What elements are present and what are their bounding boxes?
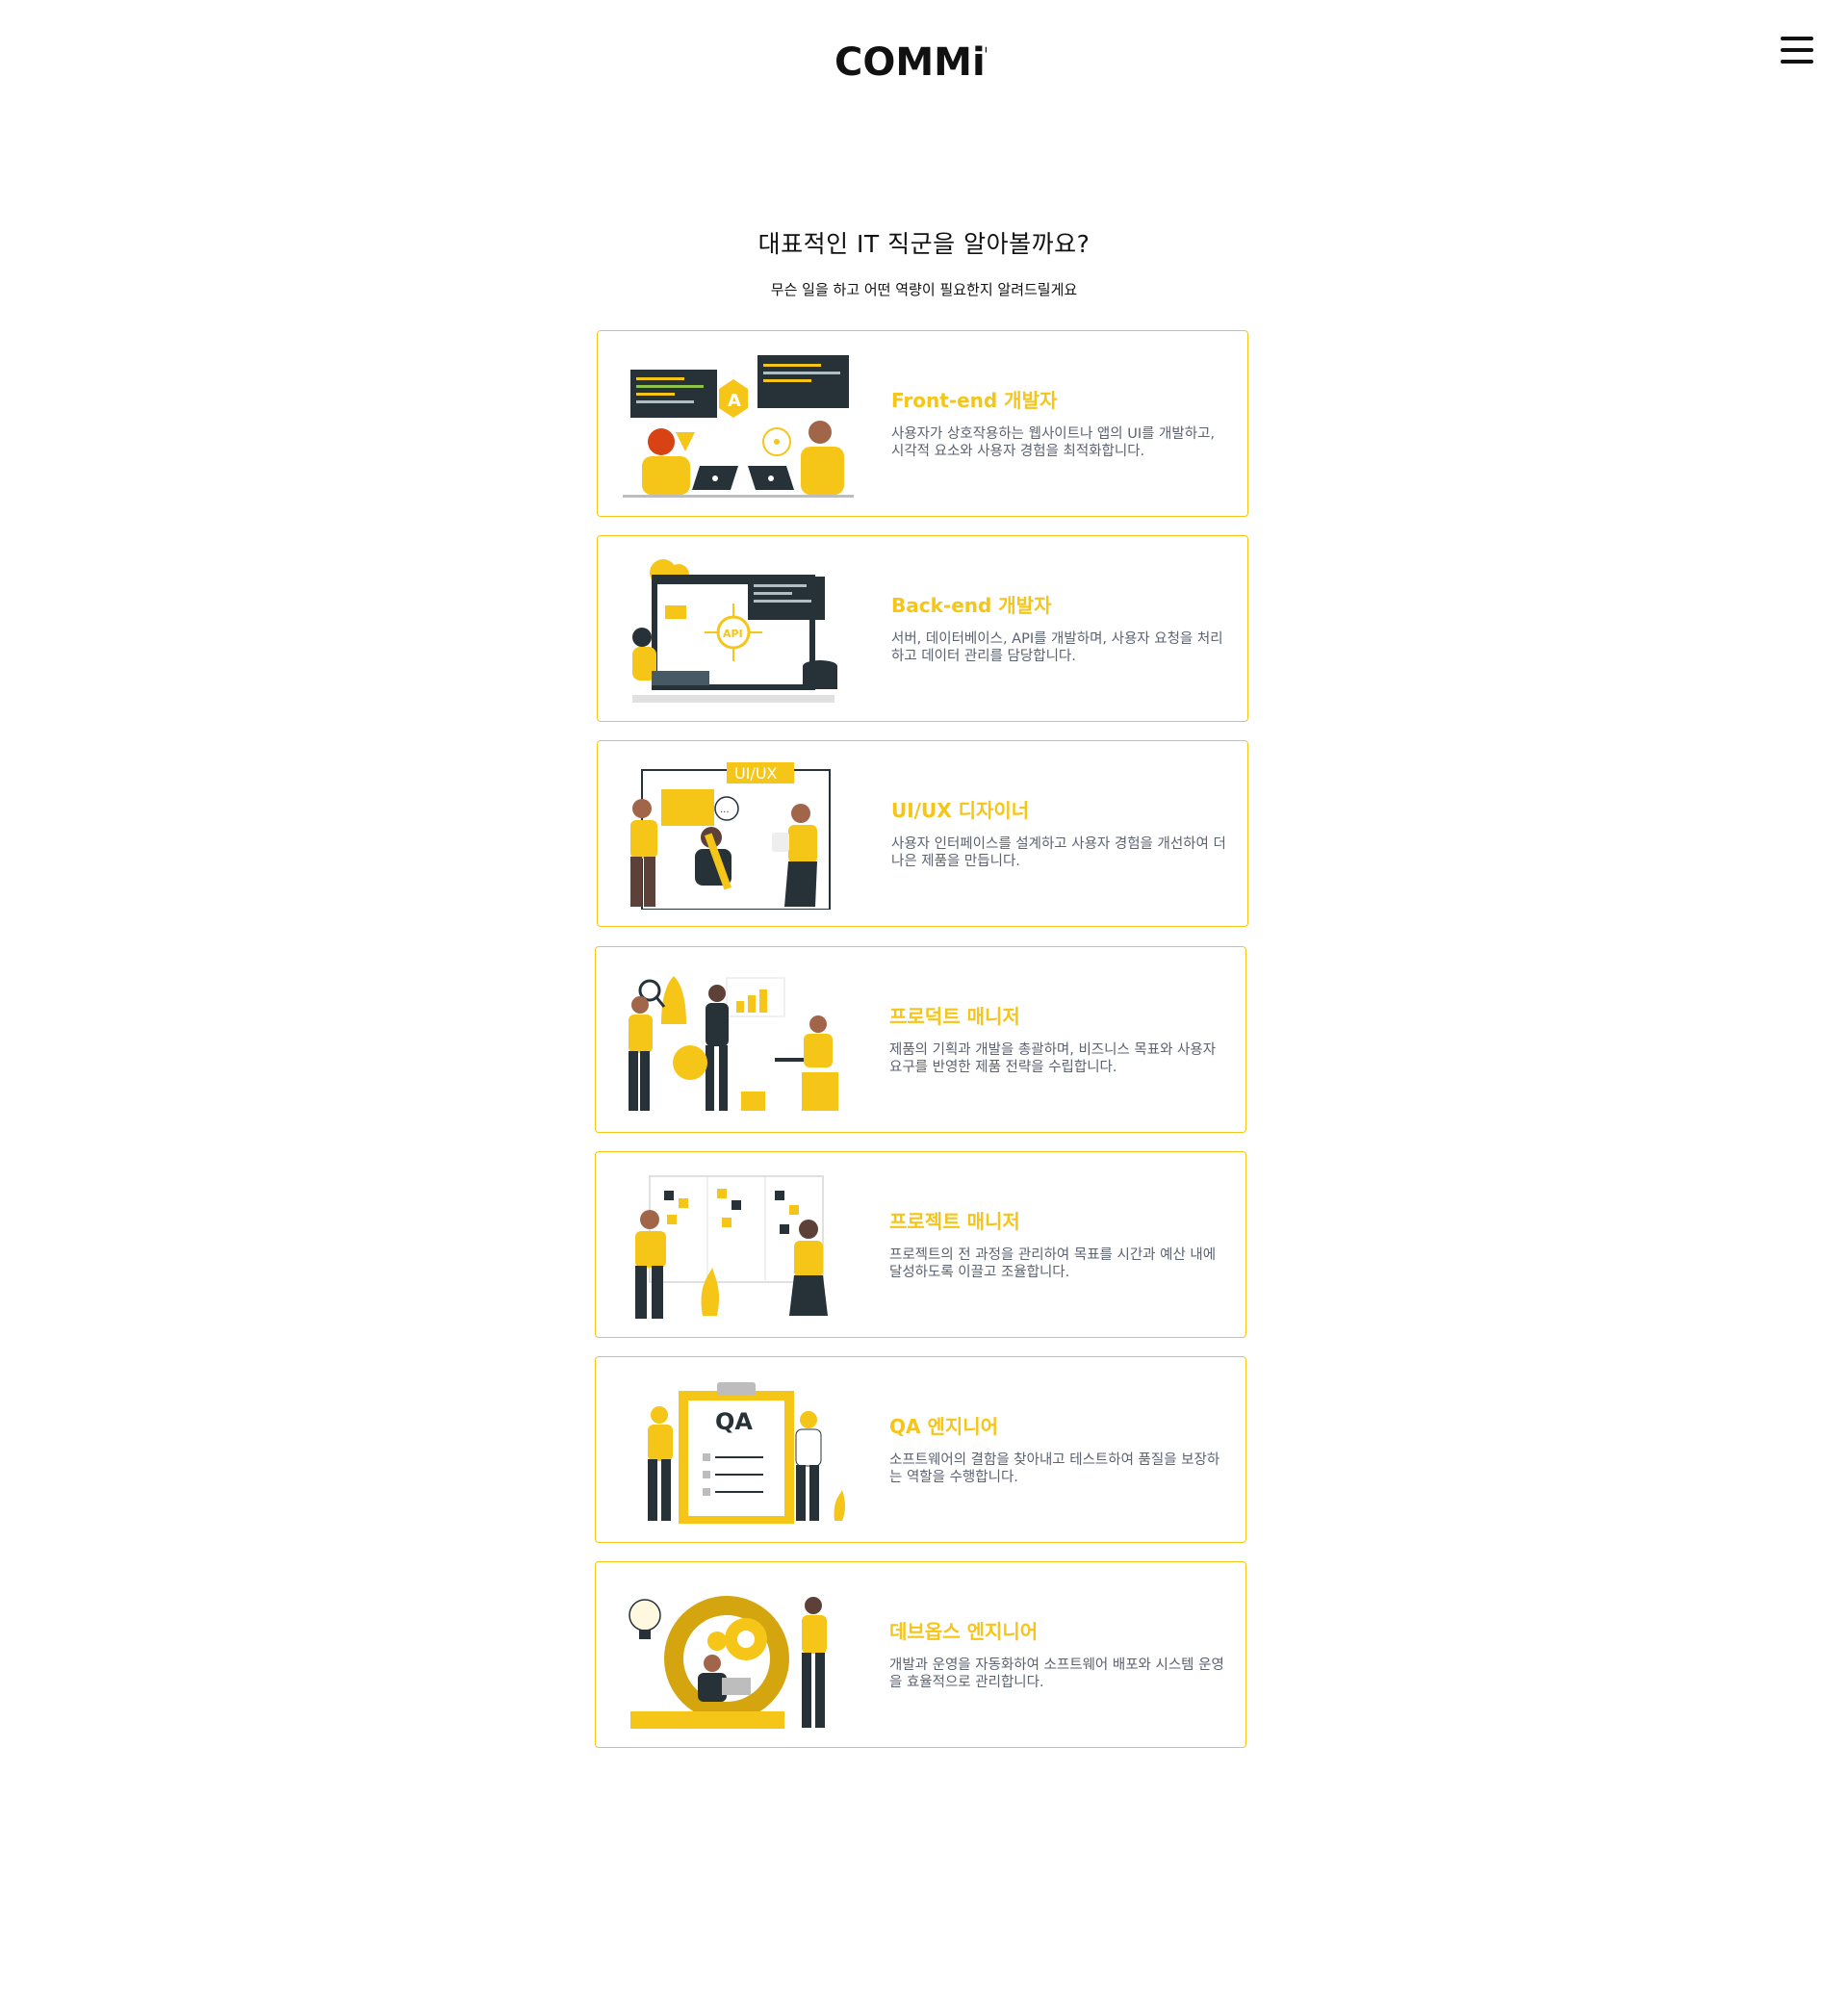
commit-logo[interactable]: COMMiT	[833, 37, 987, 83]
job-description: 개발과 운영을 자동화하여 소프트웨어 배포와 시스템 운영을 효율적으로 관리…	[889, 1657, 1224, 1690]
svg-text:A: A	[728, 391, 741, 411]
devops-illustration	[629, 1596, 827, 1729]
backend-illustration: API	[632, 559, 837, 703]
job-title: UI/UX 디자이너	[891, 799, 1030, 822]
svg-text:...: ...	[720, 805, 730, 815]
page-title: 대표적인 IT 직군을 알아볼까요?	[757, 230, 1091, 258]
job-card-product-manager[interactable]: 프로덕트 매니저 제품의 기획과 개발을 총괄하며, 비즈니스 목표와 사용자 …	[595, 946, 1246, 1133]
job-description: 소프트웨어의 결함을 찾아내고 테스트하여 품질을 보장하는 역할을 수행합니다…	[889, 1452, 1220, 1485]
svg-text:API: API	[723, 628, 743, 640]
project-manager-illustration	[635, 1175, 828, 1319]
hamburger-icon[interactable]	[1781, 37, 1813, 65]
job-title: 프로덕트 매니저	[889, 1005, 1020, 1028]
svg-text:QA: QA	[715, 1408, 753, 1435]
job-title: Front-end 개발자	[891, 389, 1058, 412]
frontend-illustration: A	[623, 355, 854, 498]
job-title: Back-end 개발자	[891, 594, 1052, 617]
uiux-illustration: UI/UX ...	[630, 762, 831, 910]
svg-text:UI/UX: UI/UX	[734, 764, 778, 783]
job-description: 사용자가 상호작용하는 웹사이트나 앱의 UI를 개발하고, 시각적 요소와 사…	[891, 426, 1216, 459]
job-card-devops[interactable]: 데브옵스 엔지니어 개발과 운영을 자동화하여 소프트웨어 배포와 시스템 운영…	[595, 1561, 1246, 1748]
job-description: 사용자 인터페이스를 설계하고 사용자 경험을 개선하여 더 나은 제품을 만듭…	[891, 836, 1226, 869]
qa-illustration: QA	[648, 1382, 845, 1524]
job-description: 프로젝트의 전 과정을 관리하여 목표를 시간과 예산 내에 달성하도록 이끌고…	[889, 1247, 1217, 1280]
intro-section: 대표적인 IT 직군을 알아볼까요? 무슨 일을 하고 어떤 역량이 필요한지 …	[0, 225, 1848, 299]
job-card-project-manager[interactable]: 프로젝트 매니저 프로젝트의 전 과정을 관리하여 목표를 시간과 예산 내에 …	[595, 1151, 1246, 1338]
product-manager-illustration	[629, 976, 838, 1111]
job-card-frontend[interactable]: A Front-end 개발자 사용자가 상호작용하는 웹사이트나 앱의 UI를…	[597, 330, 1248, 517]
job-description: 제품의 기획과 개발을 총괄하며, 비즈니스 목표와 사용자 요구를 반영한 제…	[889, 1042, 1217, 1075]
svg-text:COMMiT: COMMiT	[834, 40, 987, 83]
job-title: 프로젝트 매니저	[889, 1210, 1020, 1233]
header: COMMiT	[0, 0, 1848, 116]
job-card-qa[interactable]: QA QA 엔지니어 소프트웨어의 결함을 찾아내고 테스트하여 품질을 보장하…	[595, 1356, 1246, 1543]
page-subtitle: 무슨 일을 하고 어떤 역량이 필요한지 알려드릴게요	[770, 281, 1078, 298]
job-card-uiux[interactable]: UI/UX ... UI/UX 디자이너 사용자 인터페이스를 설계하고 사용자…	[597, 740, 1248, 927]
job-title: 데브옵스 엔지니어	[889, 1620, 1039, 1643]
job-card-backend[interactable]: API Back-end 개발자 서버, 데이터베이스, API를 개발하며, …	[597, 535, 1248, 722]
job-description: 서버, 데이터베이스, API를 개발하며, 사용자 요청을 처리하고 데이터 …	[891, 631, 1223, 664]
job-title: QA 엔지니어	[889, 1415, 999, 1438]
